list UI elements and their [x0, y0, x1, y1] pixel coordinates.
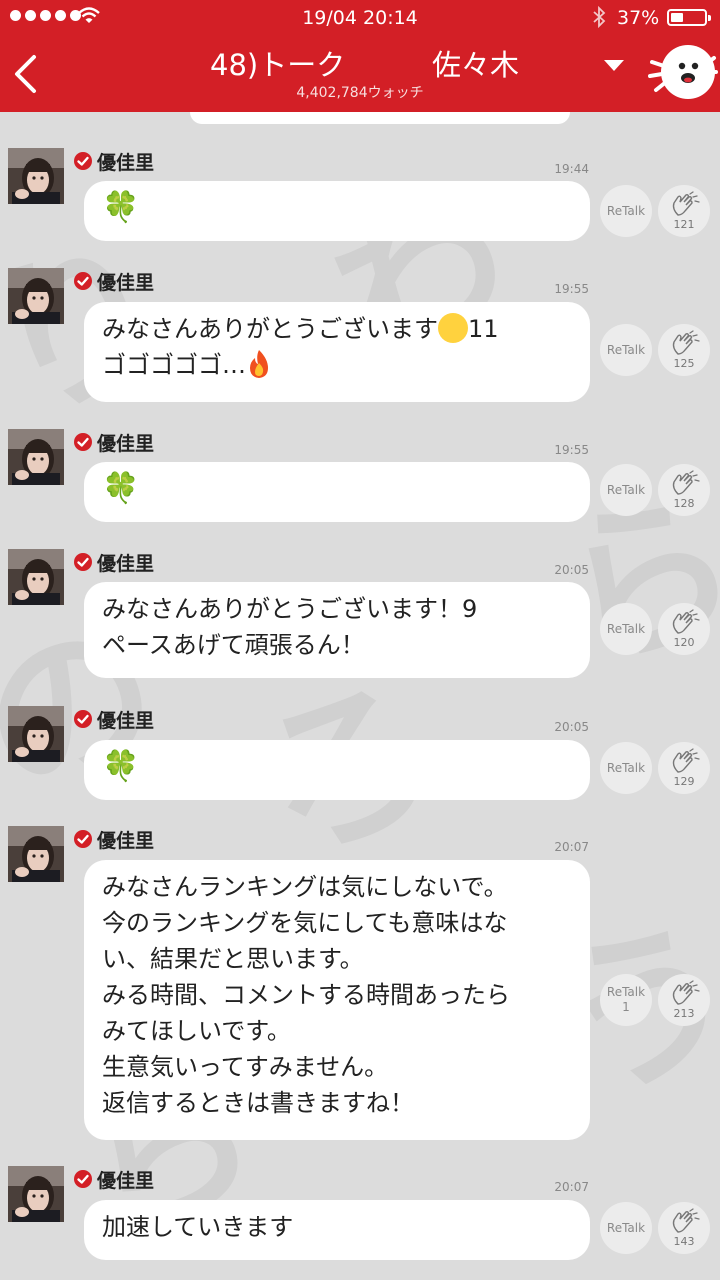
verified-check-icon [73, 1169, 93, 1193]
clap-count: 143 [673, 1235, 695, 1248]
clap-button[interactable]: 125 [658, 324, 710, 376]
sender-name[interactable]: 優佳里 [97, 826, 154, 853]
retalk-button[interactable]: ReTalk [600, 324, 652, 376]
message-text: みなさんランキングは気にしないで。 今のランキングを気にしても意味はな い、結果… [102, 873, 510, 1117]
status-bar: 19/04 20:14 37% [0, 0, 720, 36]
clap-button[interactable]: 121 [658, 185, 710, 237]
triangle-down-icon[interactable] [604, 60, 624, 72]
mascot-icon[interactable] [648, 42, 718, 108]
clover-emoji: 🍀 [102, 471, 140, 506]
message-time: 19:55 [554, 282, 589, 296]
message-text: みなさんありがとうございます！9 ペースあげて頑張るん！ [102, 595, 478, 659]
message-time: 20:05 [554, 720, 589, 734]
clap-count: 129 [673, 775, 695, 788]
retalk-label: ReTalk [606, 1220, 646, 1235]
clap-button[interactable]: 120 [658, 603, 710, 655]
smile-emoji-icon [438, 313, 468, 343]
retalk-label: ReTalk [606, 342, 646, 357]
sender-name[interactable]: 優佳里 [97, 429, 154, 456]
retalk-label: ReTalk [606, 985, 646, 999]
avatar[interactable] [8, 549, 64, 605]
page-title: 48)トーク 佐々木 [180, 42, 560, 178]
message-time: 20:07 [554, 840, 589, 854]
retalk-button[interactable]: ReTalk [600, 603, 652, 655]
retalk-label: ReTalk [606, 621, 646, 636]
message-bubble[interactable]: みなさんありがとうございます 11 ゴゴゴゴゴ… [84, 302, 590, 402]
message-bubble[interactable]: 加速していきます [84, 1200, 590, 1260]
message-time: 20:05 [554, 563, 589, 577]
clover-emoji: 🍀 [102, 190, 140, 225]
sender-name[interactable]: 優佳里 [97, 549, 154, 576]
clap-count: 120 [673, 636, 695, 649]
retalk-count: 1 [622, 1000, 630, 1014]
sender-name[interactable]: 優佳里 [97, 1166, 154, 1193]
clap-count: 128 [673, 497, 695, 510]
retalk-label: ReTalk [606, 482, 646, 497]
clap-count: 213 [673, 1007, 695, 1020]
avatar[interactable] [8, 148, 64, 204]
page-title-left: 48)トーク [210, 48, 346, 82]
nav-bar: 48)トーク 佐々木 4,402,784ウォッチ [0, 36, 720, 112]
verified-check-icon [73, 552, 93, 576]
message-bubble[interactable]: 🍀 [84, 740, 590, 800]
bluetooth-icon [593, 5, 606, 29]
clap-count: 125 [673, 357, 695, 370]
message-bubble[interactable]: みなさんありがとうございます！9 ペースあげて頑張るん！ [84, 582, 590, 678]
avatar[interactable] [8, 826, 64, 882]
avatar[interactable] [8, 268, 64, 324]
message-bubble[interactable]: 🍀 [84, 181, 590, 241]
avatar[interactable] [8, 1166, 64, 1222]
fire-emoji-icon [246, 349, 272, 379]
retalk-button[interactable]: ReTalk [600, 742, 652, 794]
retalk-label: ReTalk [606, 760, 646, 775]
page-title-right: 佐々木 [432, 48, 520, 82]
clap-count: 121 [673, 218, 695, 231]
verified-check-icon [73, 709, 93, 733]
verified-check-icon [73, 829, 93, 853]
verified-check-icon [73, 271, 93, 295]
avatar[interactable] [8, 706, 64, 762]
retalk-button[interactable]: ReTalk [600, 185, 652, 237]
message-text: みなさんありがとうございます [102, 315, 438, 343]
retalk-button[interactable]: ReTalk 1 [600, 974, 652, 1026]
retalk-button[interactable]: ReTalk [600, 1202, 652, 1254]
message-time: 19:55 [554, 443, 589, 457]
message-text: 加速していきます [102, 1213, 294, 1241]
verified-check-icon [73, 432, 93, 456]
clap-button[interactable]: 128 [658, 464, 710, 516]
retalk-label: ReTalk [606, 203, 646, 218]
retalk-button[interactable]: ReTalk [600, 464, 652, 516]
message-bubble[interactable]: みなさんランキングは気にしないで。 今のランキングを気にしても意味はな い、結果… [84, 860, 590, 1140]
watch-count: 4,402,784ウォッチ [296, 85, 424, 101]
previous-message-edge [190, 112, 570, 124]
sender-name[interactable]: 優佳里 [97, 148, 154, 175]
clap-button[interactable]: 143 [658, 1202, 710, 1254]
sender-name[interactable]: 優佳里 [97, 268, 154, 295]
sender-name[interactable]: 優佳里 [97, 706, 154, 733]
clover-emoji: 🍀 [102, 749, 140, 784]
clap-button[interactable]: 129 [658, 742, 710, 794]
message-time: 19:44 [554, 162, 589, 176]
message-time: 20:07 [554, 1180, 589, 1194]
chevron-left-icon[interactable] [12, 54, 38, 94]
avatar[interactable] [8, 429, 64, 485]
status-time: 19/04 20:14 [302, 7, 418, 29]
clap-button[interactable]: 213 [658, 974, 710, 1026]
message-bubble[interactable]: 🍀 [84, 462, 590, 522]
battery-icon [667, 9, 711, 26]
battery-percent: 37% [617, 7, 660, 29]
verified-check-icon [73, 151, 93, 175]
